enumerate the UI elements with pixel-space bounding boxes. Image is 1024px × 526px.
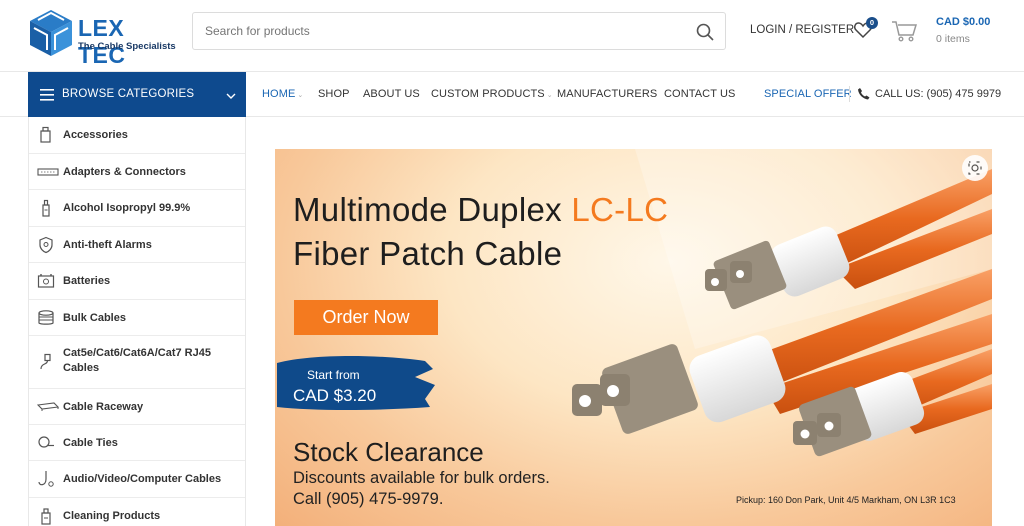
- main-nav: BROWSE CATEGORIES HOME ⌄ SHOP ABOUT US CU…: [0, 72, 1024, 117]
- cart-total[interactable]: CAD $0.00: [936, 16, 990, 28]
- category-sidebar: Accessories Adapters & Connectors Alcoho…: [28, 117, 246, 526]
- hamburger-icon: [40, 88, 54, 101]
- rj45-icon: [37, 353, 55, 371]
- login-register-link[interactable]: LOGIN / REGISTER: [750, 24, 854, 36]
- stock-clearance-heading: Stock Clearance: [293, 437, 484, 467]
- av-cable-icon: [37, 470, 55, 488]
- pickup-address: Pickup: 160 Don Park, Unit 4/5 Markham, …: [736, 495, 956, 505]
- wishlist-count-badge: 0: [866, 17, 878, 29]
- search-icon[interactable]: [695, 22, 715, 42]
- nav-shop[interactable]: SHOP: [318, 88, 350, 100]
- adapter-icon: [37, 163, 59, 181]
- category-label: Audio/Video/Computer Cables: [63, 473, 222, 485]
- category-item-cleaning[interactable]: Cleaning Products: [29, 498, 245, 526]
- category-label: Alcohol Isopropyl 99.9%: [63, 202, 191, 214]
- category-label: Anti-theft Alarms: [63, 239, 152, 251]
- category-item-av-cables[interactable]: Audio/Video/Computer Cables: [29, 461, 245, 498]
- browse-categories-button[interactable]: BROWSE CATEGORIES: [28, 72, 246, 117]
- bottle-icon: [37, 199, 55, 217]
- category-item-rj45[interactable]: Cat5e/Cat6/Cat6A/Cat7 RJ45 Cables: [29, 336, 245, 389]
- shield-icon: [37, 236, 55, 254]
- chevron-down-icon: ⌄: [546, 92, 553, 99]
- search-box: [192, 12, 726, 50]
- category-label: Batteries: [63, 275, 111, 287]
- header: LEX TEC The Cable Specialists LOGIN / RE…: [0, 0, 1024, 72]
- nav-special-offer[interactable]: SPECIAL OFFER: [764, 88, 852, 100]
- chevron-down-icon: [226, 88, 236, 99]
- category-label-line2: Cables: [63, 362, 100, 374]
- logo[interactable]: LEX TEC The Cable Specialists: [28, 8, 178, 68]
- chevron-down-icon: ⌄: [297, 92, 304, 99]
- nav-manufacturers[interactable]: MANUFACTURERS: [557, 88, 657, 100]
- category-label: Adapters & Connectors: [63, 166, 186, 178]
- brand-tagline: The Cable Specialists: [78, 41, 176, 52]
- category-label: Accessories: [63, 129, 128, 141]
- category-item-alcohol[interactable]: Alcohol Isopropyl 99.9%: [29, 190, 245, 227]
- search-input[interactable]: [193, 13, 673, 49]
- category-item-anti-theft[interactable]: Anti-theft Alarms: [29, 227, 245, 263]
- cable-tie-icon: [37, 434, 55, 452]
- nav-home-label: HOME: [262, 88, 296, 100]
- category-label: Cable Ties: [63, 437, 118, 449]
- category-item-batteries[interactable]: Batteries: [29, 263, 245, 300]
- discount-text: Discounts available for bulk orders.: [293, 469, 550, 487]
- zoom-icon[interactable]: [962, 155, 988, 181]
- hero-banner[interactable]: Multimode Duplex LC-LC Fiber Patch Cable…: [275, 149, 992, 526]
- nav-about-us[interactable]: ABOUT US: [363, 88, 420, 100]
- hero-title-line2: Fiber Patch Cable: [293, 235, 563, 272]
- hero-title-line1: Multimode Duplex LC-LC: [293, 191, 668, 229]
- category-label-line1: Cat5e/Cat6/Cat6A/Cat7 RJ45: [63, 347, 211, 359]
- hero-title-text: Multimode Duplex: [293, 191, 572, 228]
- call-number-text: Call (905) 475-9979.: [293, 490, 444, 508]
- category-item-accessories[interactable]: Accessories: [29, 117, 245, 154]
- cleaning-icon: [37, 507, 55, 525]
- battery-icon: [37, 272, 55, 290]
- category-label: Bulk Cables: [63, 312, 126, 324]
- nav-home[interactable]: HOME ⌄: [262, 88, 303, 100]
- phone-icon: [857, 87, 870, 100]
- accessories-icon: [37, 126, 55, 144]
- hero-title-accent: LC-LC: [571, 191, 669, 228]
- raceway-icon: [36, 398, 60, 416]
- logo-cube-icon: [30, 10, 72, 56]
- cable-spool-icon: [37, 309, 55, 327]
- category-item-raceway[interactable]: Cable Raceway: [29, 389, 245, 425]
- category-label: Cable Raceway: [63, 401, 144, 413]
- category-item-cable-ties[interactable]: Cable Ties: [29, 425, 245, 461]
- browse-categories-label: BROWSE CATEGORIES: [62, 88, 195, 100]
- category-label: Cleaning Products: [63, 510, 161, 522]
- category-item-adapters[interactable]: Adapters & Connectors: [29, 154, 245, 190]
- price-label: CAD $3.20: [293, 386, 377, 405]
- order-now-button[interactable]: Order Now: [294, 300, 438, 335]
- nav-divider: [849, 86, 850, 102]
- cart-icon[interactable]: [891, 19, 918, 43]
- cart-item-count: 0 items: [936, 33, 970, 45]
- nav-contact-us[interactable]: CONTACT US: [664, 88, 736, 100]
- start-from-label: Start from: [307, 368, 360, 382]
- call-us-text[interactable]: CALL US: (905) 475 9979: [875, 88, 1001, 100]
- nav-custom-products[interactable]: CUSTOM PRODUCTS ⌄: [431, 88, 553, 100]
- nav-custom-products-label: CUSTOM PRODUCTS: [431, 88, 545, 100]
- category-item-bulk-cables[interactable]: Bulk Cables: [29, 300, 245, 336]
- category-label: Cat5e/Cat6/Cat6A/Cat7 RJ45 Cables: [63, 346, 211, 376]
